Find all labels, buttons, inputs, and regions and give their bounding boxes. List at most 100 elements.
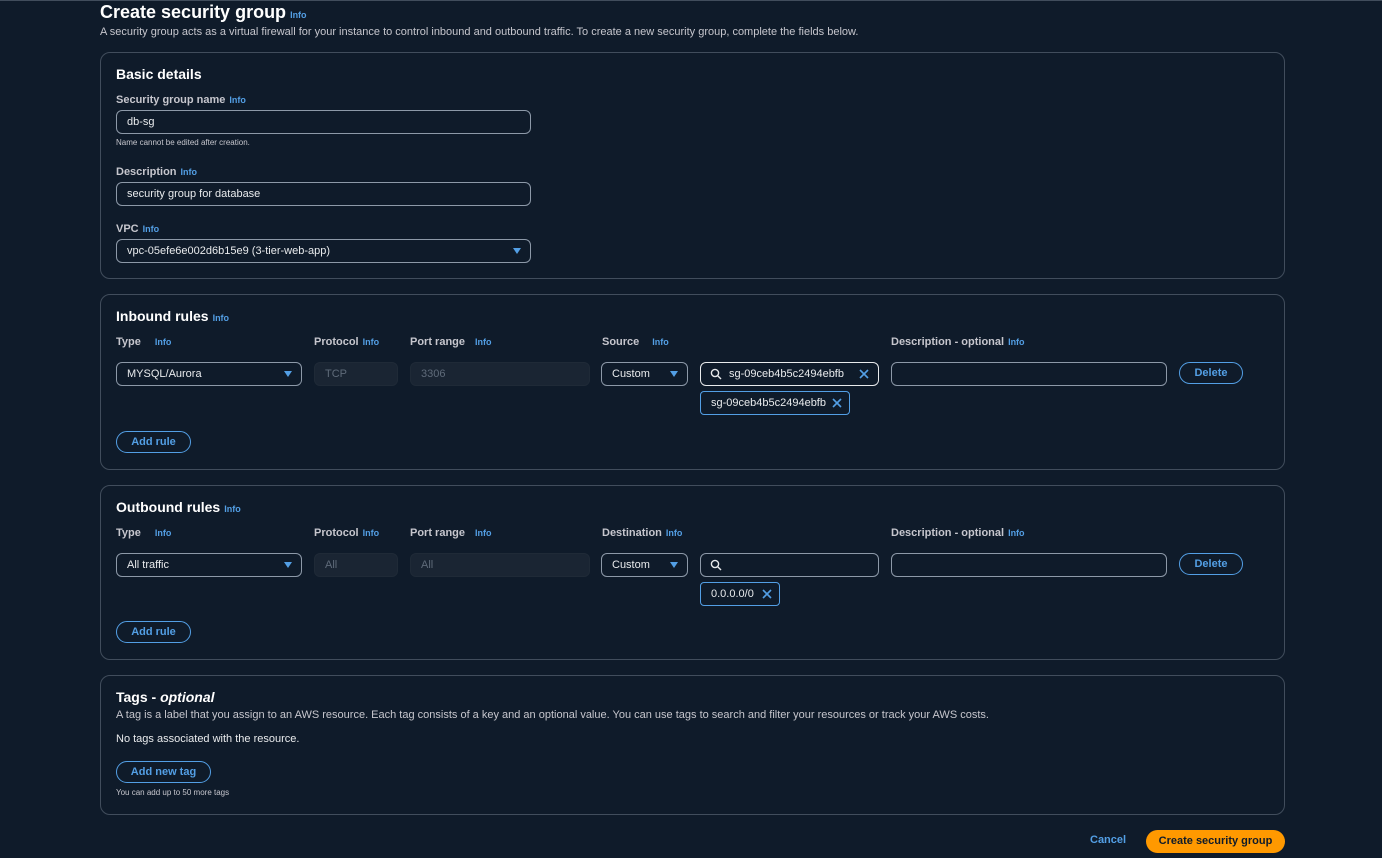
label-text: Port range <box>410 336 466 348</box>
info-link[interactable]: Info <box>229 95 246 105</box>
col-type-label: Type Info <box>116 336 171 348</box>
label-text: Type <box>116 336 141 348</box>
outbound-rules-title: Outbound rules Info <box>116 499 241 515</box>
col-description-label: Description - optional Info <box>891 527 1025 539</box>
outbound-add-rule-button[interactable]: Add rule <box>116 621 191 643</box>
title-optional: optional <box>160 689 215 705</box>
outbound-type-select[interactable]: All traffic <box>116 553 302 577</box>
destination-select-value: Custom <box>612 559 650 571</box>
type-select-value: All traffic <box>127 559 169 571</box>
info-link[interactable]: Info <box>1008 337 1025 347</box>
remove-token-icon[interactable] <box>761 588 773 600</box>
inbound-delete-button[interactable]: Delete <box>1179 362 1243 384</box>
source-token: sg-09ceb4b5c2494ebfb <box>700 391 850 415</box>
label-text: VPC <box>116 223 139 235</box>
info-link[interactable]: Info <box>475 337 492 347</box>
col-protocol-label: Protocol Info <box>314 527 379 539</box>
tags-limit-hint: You can add up to 50 more tags <box>116 788 230 797</box>
info-link[interactable]: Info <box>475 528 492 538</box>
vpc-label: VPC Info <box>116 223 159 235</box>
col-type-label: Type Info <box>116 527 171 539</box>
inbound-port-range-field: 3306 <box>410 362 590 386</box>
vpc-select[interactable]: vpc-05efe6e002d6b15e9 (3-tier-web-app) <box>116 239 531 263</box>
page-description: A security group acts as a virtual firew… <box>100 26 859 38</box>
token-label: 0.0.0.0/0 <box>711 588 754 600</box>
caret-down-icon <box>284 371 292 377</box>
label-text: Description <box>116 166 177 178</box>
col-source-label: Source Info <box>602 336 669 348</box>
name-hint: Name cannot be edited after creation. <box>116 138 250 147</box>
tags-title: Tags - optional <box>116 689 215 705</box>
label-text: Protocol <box>314 527 359 539</box>
cancel-button[interactable]: Cancel <box>1090 834 1126 846</box>
caret-down-icon <box>670 562 678 568</box>
inbound-rules-panel: Inbound rules Info Type Info Protocol Info … <box>100 294 1285 470</box>
search-icon <box>710 559 722 571</box>
inbound-type-select[interactable]: MYSQL/Aurora <box>116 362 302 386</box>
info-link[interactable]: Info <box>143 224 160 234</box>
destination-token: 0.0.0.0/0 <box>700 582 780 606</box>
title-text: Outbound rules <box>116 499 221 515</box>
outbound-destination-search[interactable] <box>700 553 879 577</box>
info-link[interactable]: Info <box>213 313 230 323</box>
col-description-label: Description - optional Info <box>891 336 1025 348</box>
page-title-text: Create security group <box>100 2 287 22</box>
info-link[interactable]: Info <box>666 528 683 538</box>
token-label: sg-09ceb4b5c2494ebfb <box>711 397 826 409</box>
title-text: Tags - <box>116 689 161 705</box>
create-security-group-button[interactable]: Create security group <box>1146 830 1285 853</box>
add-new-tag-button[interactable]: Add new tag <box>116 761 211 783</box>
info-link[interactable]: Info <box>1008 528 1025 538</box>
basic-details-title: Basic details <box>116 66 202 82</box>
tags-empty-message: No tags associated with the resource. <box>116 733 300 745</box>
source-select-value: Custom <box>612 368 650 380</box>
label-text: Description - optional <box>891 336 1005 348</box>
remove-token-icon[interactable] <box>831 397 843 409</box>
caret-down-icon <box>513 248 521 254</box>
inbound-add-rule-button[interactable]: Add rule <box>116 431 191 453</box>
clear-icon[interactable] <box>858 368 870 380</box>
search-value: sg-09ceb4b5c2494ebfb <box>729 368 844 380</box>
type-select-value: MYSQL/Aurora <box>127 368 202 380</box>
inbound-description-input[interactable] <box>891 362 1167 386</box>
description-input[interactable]: security group for database <box>116 182 531 206</box>
outbound-description-input[interactable] <box>891 553 1167 577</box>
outbound-delete-button[interactable]: Delete <box>1179 553 1243 575</box>
info-link[interactable]: Info <box>155 528 172 538</box>
outbound-protocol-field: All <box>314 553 398 577</box>
vpc-select-value: vpc-05efe6e002d6b15e9 (3-tier-web-app) <box>127 245 331 257</box>
col-protocol-label: Protocol Info <box>314 336 379 348</box>
info-link[interactable]: Info <box>181 167 198 177</box>
security-group-name-label: Security group name Info <box>116 94 246 106</box>
label-text: Security group name <box>116 94 226 106</box>
label-text: Port range <box>410 527 466 539</box>
info-link[interactable]: Info <box>363 337 380 347</box>
top-divider <box>0 0 1382 1</box>
info-link[interactable]: Info <box>224 504 241 514</box>
info-link[interactable]: Info <box>155 337 172 347</box>
inbound-rules-title: Inbound rules Info <box>116 308 229 324</box>
info-link[interactable]: Info <box>363 528 380 538</box>
info-link[interactable]: Info <box>290 10 307 20</box>
tags-panel: Tags - optional A tag is a label that yo… <box>100 675 1285 815</box>
inbound-protocol-field: TCP <box>314 362 398 386</box>
info-link[interactable]: Info <box>652 337 669 347</box>
caret-down-icon <box>284 562 292 568</box>
col-port-range-label: Port range Info <box>410 336 492 348</box>
col-port-range-label: Port range Info <box>410 527 492 539</box>
security-group-name-input[interactable]: db-sg <box>116 110 531 134</box>
caret-down-icon <box>670 371 678 377</box>
inbound-source-select[interactable]: Custom <box>601 362 688 386</box>
col-destination-label: Destination Info <box>602 527 682 539</box>
inbound-source-search[interactable]: sg-09ceb4b5c2494ebfb <box>700 362 879 386</box>
label-text: Source <box>602 336 640 348</box>
label-text: Destination <box>602 527 662 539</box>
tags-description: A tag is a label that you assign to an A… <box>116 709 989 721</box>
basic-details-panel: Basic details Security group name Info db… <box>100 52 1285 279</box>
label-text: Protocol <box>314 336 359 348</box>
page-title: Create security group Info <box>100 2 307 23</box>
outbound-destination-select[interactable]: Custom <box>601 553 688 577</box>
outbound-port-range-field: All <box>410 553 590 577</box>
outbound-rules-panel: Outbound rules Info Type Info Protocol Info… <box>100 485 1285 660</box>
label-text: Type <box>116 527 141 539</box>
